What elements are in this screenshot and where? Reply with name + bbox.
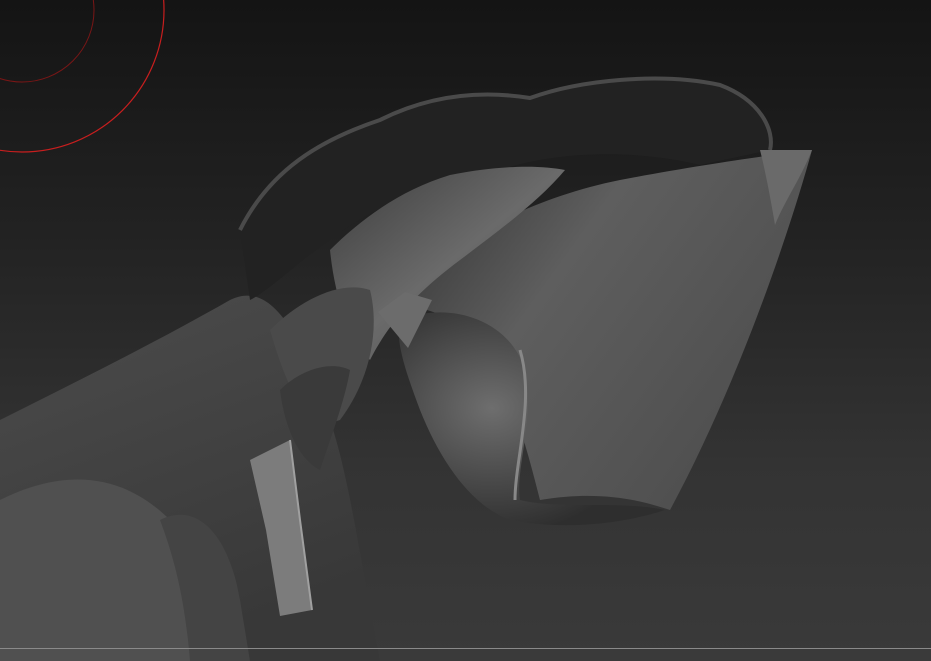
sculpt-viewport[interactable] xyxy=(0,0,931,661)
brush-cursor-icon xyxy=(0,0,165,153)
viewport-bottom-divider xyxy=(0,648,931,649)
